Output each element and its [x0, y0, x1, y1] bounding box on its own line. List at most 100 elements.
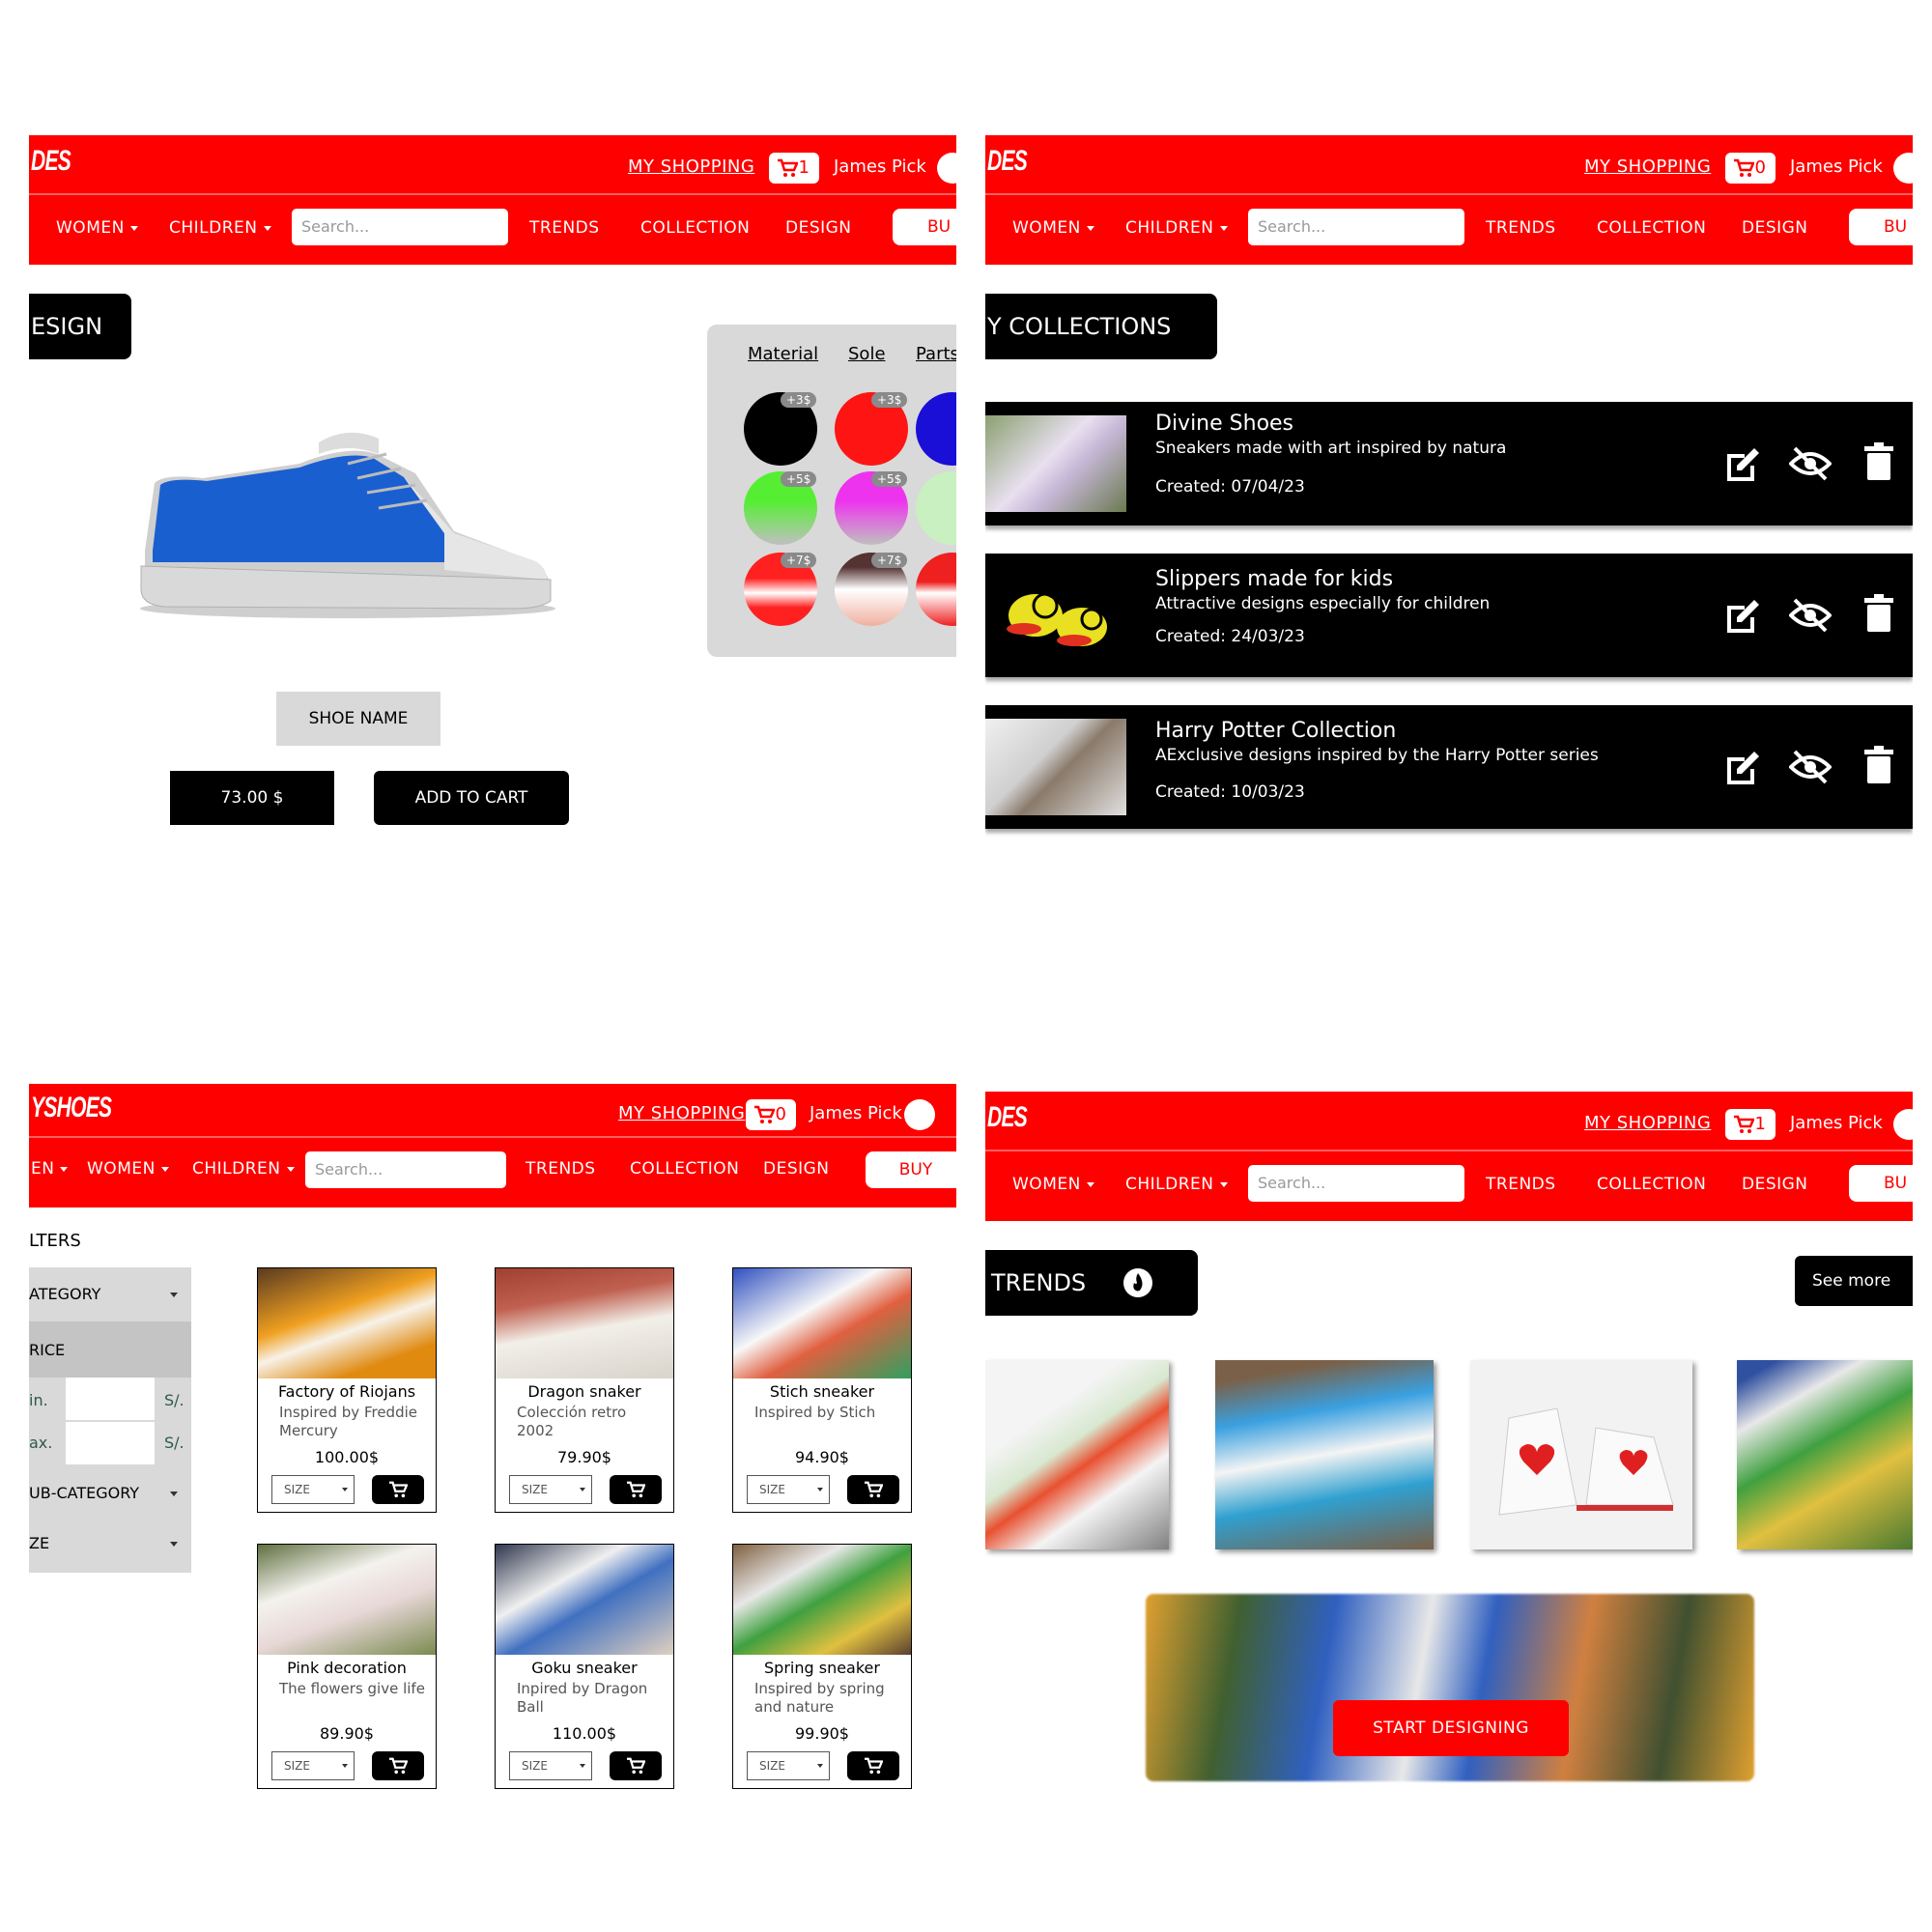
buy-button[interactable]: BU	[893, 209, 956, 245]
user-name[interactable]: James Pick	[810, 1103, 902, 1123]
add-to-cart-button[interactable]	[372, 1751, 424, 1780]
cart-badge[interactable]: 0	[1725, 153, 1776, 184]
nav-men[interactable]: EN	[31, 1159, 69, 1179]
swatch-mint[interactable]	[916, 471, 956, 545]
add-to-cart-button[interactable]	[847, 1475, 899, 1504]
edit-icon[interactable]	[1723, 748, 1762, 786]
nav-trends[interactable]: TRENDS	[529, 218, 600, 238]
brand-logo[interactable]: DES	[987, 1101, 1028, 1134]
user-avatar-icon[interactable]	[1893, 153, 1913, 184]
tab-sole[interactable]: Sole	[848, 344, 886, 364]
nav-design[interactable]: DESIGN	[785, 218, 852, 238]
product-card[interactable]: Factory of Riojans Inspired by Freddie M…	[257, 1267, 437, 1513]
buy-button[interactable]: BU	[1849, 1165, 1913, 1202]
nav-design[interactable]: DESIGN	[763, 1159, 830, 1179]
user-name[interactable]: James Pick	[834, 156, 926, 177]
nav-trends[interactable]: TRENDS	[1486, 218, 1556, 238]
nav-collection[interactable]: COLLECTION	[630, 1159, 739, 1179]
trend-image[interactable]	[1215, 1360, 1434, 1549]
trend-image[interactable]	[985, 1360, 1169, 1549]
search-input[interactable]: Search...	[305, 1151, 506, 1188]
swatch-red-white[interactable]	[916, 553, 956, 626]
trash-icon[interactable]	[1864, 442, 1893, 481]
my-shopping-link[interactable]: MY SHOPPING	[1584, 1113, 1711, 1133]
filter-category[interactable]: ATEGORY	[29, 1267, 191, 1321]
buy-button[interactable]: BU	[1849, 209, 1913, 245]
add-to-cart-button[interactable]	[610, 1475, 662, 1504]
nav-children[interactable]: CHILDREN	[1125, 1175, 1228, 1194]
nav-women[interactable]: WOMEN	[87, 1159, 169, 1179]
edit-icon[interactable]	[1723, 596, 1762, 635]
product-card[interactable]: Dragon snaker Colección retro 2002 79.90…	[495, 1267, 674, 1513]
size-select[interactable]: SIZE	[747, 1751, 830, 1780]
brand-logo[interactable]: YSHOES	[31, 1092, 112, 1124]
user-avatar-icon[interactable]	[937, 153, 956, 184]
trash-icon[interactable]	[1864, 594, 1893, 633]
nav-collection[interactable]: COLLECTION	[640, 218, 750, 238]
edit-icon[interactable]	[1723, 444, 1762, 483]
search-input[interactable]: Search...	[1248, 1165, 1464, 1202]
start-designing-button[interactable]: START DESIGNING	[1333, 1700, 1569, 1756]
swatch-blue[interactable]	[916, 392, 956, 466]
my-shopping-link[interactable]: MY SHOPPING	[628, 156, 754, 177]
product-card[interactable]: Stich sneaker Inspired by Stich 94.90$ S…	[732, 1267, 912, 1513]
add-to-cart-button[interactable]	[372, 1475, 424, 1504]
product-card[interactable]: Pink decoration The flowers give life 89…	[257, 1544, 437, 1789]
hide-icon[interactable]	[1789, 444, 1832, 483]
product-card[interactable]: Spring sneaker Inspired by spring and na…	[732, 1544, 912, 1789]
cart-badge[interactable]: 0	[746, 1099, 796, 1130]
user-avatar-icon[interactable]	[1893, 1109, 1913, 1140]
hide-icon[interactable]	[1789, 748, 1832, 786]
add-to-cart-button[interactable]	[610, 1751, 662, 1780]
filter-price[interactable]: RICE	[29, 1321, 191, 1378]
filter-size[interactable]: ZE	[29, 1520, 191, 1573]
search-input[interactable]: Search...	[292, 209, 508, 245]
nav-collection[interactable]: COLLECTION	[1597, 1175, 1706, 1194]
collection-row[interactable]: Slippers made for kids Attractive design…	[985, 554, 1913, 677]
tab-material[interactable]: Material	[748, 344, 818, 364]
my-shopping-link[interactable]: MY SHOPPING	[1584, 156, 1711, 177]
price-max-input[interactable]	[66, 1422, 155, 1464]
user-name[interactable]: James Pick	[1790, 1113, 1883, 1133]
nav-women[interactable]: WOMEN	[56, 218, 138, 238]
nav-children[interactable]: CHILDREN	[1125, 218, 1228, 238]
search-input[interactable]: Search...	[1248, 209, 1464, 245]
trash-icon[interactable]	[1864, 746, 1893, 784]
collection-row[interactable]: Divine Shoes Sneakers made with art insp…	[985, 402, 1913, 526]
nav-trends[interactable]: TRENDS	[526, 1159, 596, 1179]
nav-trends[interactable]: TRENDS	[1486, 1175, 1556, 1194]
add-to-cart-button[interactable]	[847, 1751, 899, 1780]
cart-badge[interactable]: 1	[1725, 1109, 1776, 1140]
size-select[interactable]: SIZE	[271, 1475, 355, 1504]
product-price: 110.00$	[552, 1724, 617, 1743]
brand-logo[interactable]: DES	[31, 145, 71, 178]
filter-subcategory[interactable]: UB-CATEGORY	[29, 1468, 191, 1520]
size-select[interactable]: SIZE	[747, 1475, 830, 1504]
nav-design[interactable]: DESIGN	[1742, 218, 1808, 238]
nav-design[interactable]: DESIGN	[1742, 1175, 1808, 1194]
product-card[interactable]: Goku sneaker Inpired by Dragon Ball 110.…	[495, 1544, 674, 1789]
brand-logo[interactable]: DES	[987, 145, 1028, 178]
my-shopping-link[interactable]: MY SHOPPING	[618, 1103, 745, 1123]
hide-icon[interactable]	[1789, 596, 1832, 635]
shoe-name-field[interactable]: SHOE NAME	[276, 692, 440, 746]
user-avatar-icon[interactable]	[904, 1099, 935, 1130]
size-select[interactable]: SIZE	[271, 1751, 355, 1780]
trend-image[interactable]	[1470, 1360, 1692, 1549]
nav-collection[interactable]: COLLECTION	[1597, 218, 1706, 238]
trend-image[interactable]	[1737, 1360, 1913, 1549]
collection-row[interactable]: Harry Potter Collection AExclusive desig…	[985, 705, 1913, 829]
user-name[interactable]: James Pick	[1790, 156, 1883, 177]
nav-children[interactable]: CHILDREN	[192, 1159, 295, 1179]
nav-children[interactable]: CHILDREN	[169, 218, 271, 238]
buy-button[interactable]: BUY	[866, 1151, 956, 1188]
nav-women[interactable]: WOMEN	[1012, 218, 1094, 238]
size-select[interactable]: SIZE	[509, 1751, 592, 1780]
add-to-cart-button[interactable]: ADD TO CART	[374, 771, 569, 825]
size-select[interactable]: SIZE	[509, 1475, 592, 1504]
cart-badge[interactable]: 1	[769, 153, 819, 184]
see-more-button[interactable]: See more	[1795, 1256, 1913, 1306]
price-min-input[interactable]	[66, 1378, 155, 1420]
nav-women[interactable]: WOMEN	[1012, 1175, 1094, 1194]
tab-parts[interactable]: Parts	[916, 344, 956, 364]
